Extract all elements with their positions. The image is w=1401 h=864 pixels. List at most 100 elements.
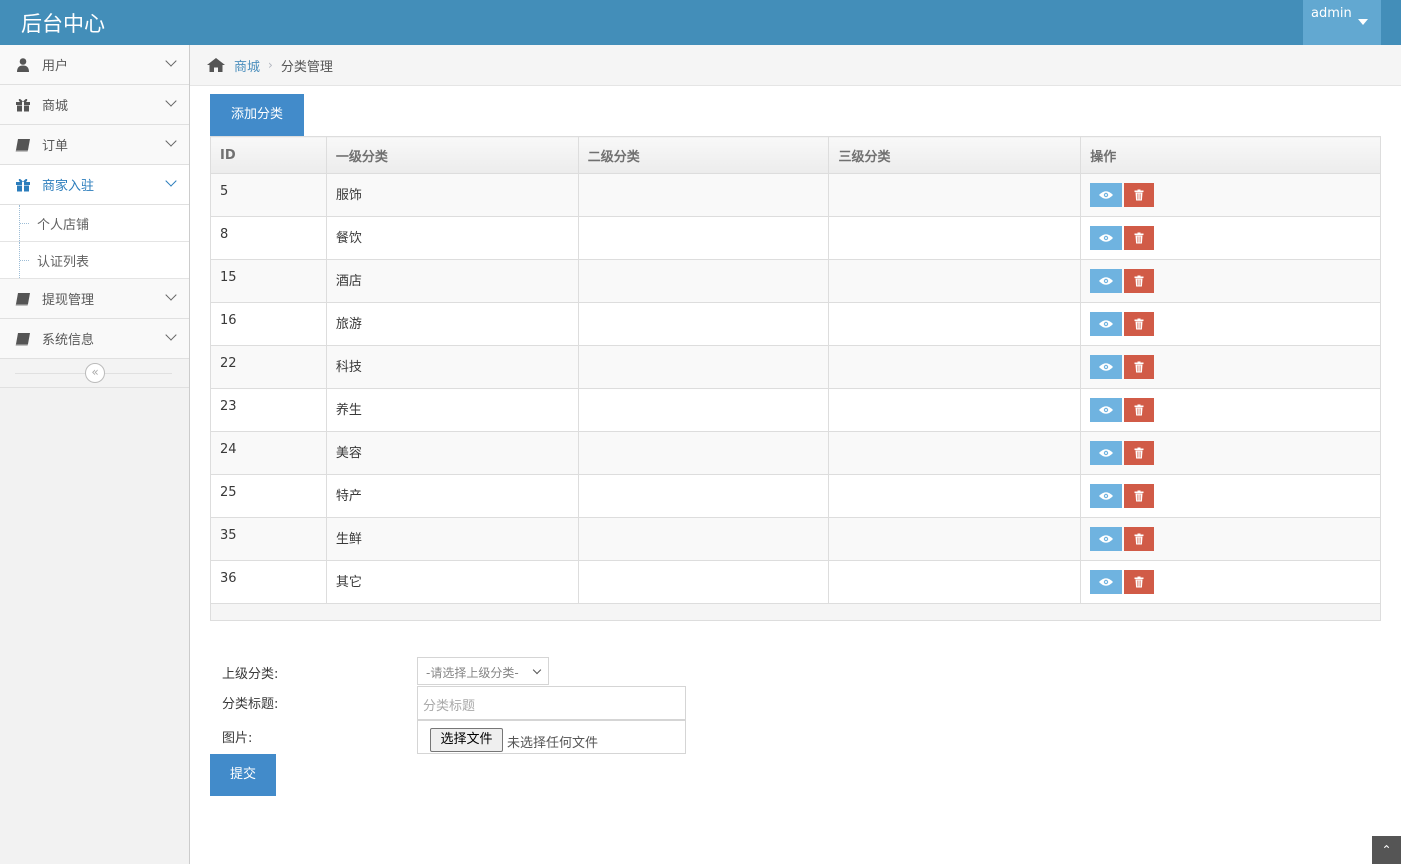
sidebar-item-withdrawal[interactable]: 提现管理 — [0, 279, 189, 319]
delete-button[interactable] — [1124, 484, 1155, 508]
cell-level2 — [577, 302, 830, 346]
top-navbar: 后台中心 admin — [0, 0, 1401, 45]
sidebar-item-merchant[interactable]: 商家入驻 — [0, 165, 189, 205]
cell-level2 — [577, 560, 830, 604]
table-row: 24 美容 — [210, 431, 1381, 475]
cell-level2 — [577, 216, 830, 260]
category-title-input[interactable]: 分类标题 — [417, 686, 686, 720]
table-row: 22 科技 — [210, 345, 1381, 389]
sidebar-item-label: 订单 — [42, 139, 69, 154]
sidebar-item-orders[interactable]: 订单 — [0, 125, 189, 165]
eye-icon — [1099, 578, 1114, 586]
cell-level3 — [828, 302, 1082, 346]
breadcrumb-separator-icon: › — [268, 58, 273, 72]
table-row: 8 餐饮 — [210, 216, 1381, 260]
delete-button[interactable] — [1124, 441, 1155, 465]
cell-level3 — [828, 474, 1082, 518]
user-icon — [14, 57, 32, 73]
cell-id: 36 — [210, 560, 327, 604]
column-header-id: ID — [210, 136, 327, 174]
eye-icon — [1099, 234, 1114, 242]
cell-id: 8 — [210, 216, 327, 260]
column-header-level1: 一级分类 — [325, 136, 579, 174]
cell-id: 15 — [210, 259, 327, 303]
view-button[interactable] — [1090, 355, 1123, 379]
cell-actions — [1080, 216, 1381, 260]
gift-icon — [14, 177, 32, 193]
view-button[interactable] — [1090, 312, 1123, 336]
view-button[interactable] — [1090, 484, 1123, 508]
eye-icon — [1099, 406, 1114, 414]
trash-icon — [1134, 361, 1144, 373]
image-label: 图片: — [222, 731, 253, 746]
cell-level1: 酒店 — [325, 259, 579, 303]
cell-level1: 餐饮 — [325, 216, 579, 260]
home-icon[interactable] — [207, 58, 225, 72]
cell-id: 25 — [210, 474, 327, 518]
book-icon — [14, 137, 32, 153]
parent-category-select[interactable]: -请选择上级分类- — [417, 657, 549, 685]
cell-actions — [1080, 474, 1381, 518]
cell-actions — [1080, 345, 1381, 389]
delete-button[interactable] — [1124, 398, 1155, 422]
trash-icon — [1134, 404, 1144, 416]
sidebar-subitem-personal-store[interactable]: 个人店铺 — [0, 205, 189, 242]
cell-level1: 科技 — [325, 345, 579, 389]
parent-category-selected-value: -请选择上级分类- — [426, 666, 519, 680]
delete-button[interactable] — [1124, 312, 1155, 336]
trash-icon — [1134, 576, 1144, 588]
cell-level2 — [577, 517, 830, 561]
image-file-input: 选择文件 未选择任何文件 — [417, 720, 686, 754]
submit-button[interactable]: 提交 — [210, 754, 276, 796]
breadcrumb: 商城 › 分类管理 — [190, 45, 1401, 86]
sidebar-item-system-info[interactable]: 系统信息 — [0, 319, 189, 359]
sidebar-collapse-icon[interactable]: « — [85, 363, 105, 383]
breadcrumb-current: 分类管理 — [280, 59, 333, 75]
delete-button[interactable] — [1124, 355, 1155, 379]
view-button[interactable] — [1090, 441, 1123, 465]
table-header-row: ID 一级分类 二级分类 三级分类 操作 — [210, 136, 1381, 174]
delete-button[interactable] — [1124, 269, 1155, 293]
file-status-text: 未选择任何文件 — [507, 736, 599, 751]
delete-button[interactable] — [1124, 226, 1155, 250]
delete-button[interactable] — [1124, 527, 1155, 551]
cell-level3 — [828, 560, 1082, 604]
column-header-level2: 二级分类 — [577, 136, 830, 174]
cell-level3 — [828, 388, 1082, 432]
delete-button[interactable] — [1124, 570, 1155, 594]
breadcrumb-link-mall[interactable]: 商城 — [234, 56, 260, 75]
sidebar-item-label: 商家入驻 — [42, 179, 95, 194]
view-button[interactable] — [1090, 183, 1123, 207]
view-button[interactable] — [1090, 269, 1123, 293]
eye-icon — [1099, 449, 1114, 457]
cell-actions — [1080, 517, 1381, 561]
trash-icon — [1134, 189, 1144, 201]
view-button[interactable] — [1090, 570, 1123, 594]
scroll-to-top-icon[interactable]: ⌃ — [1372, 836, 1401, 864]
view-button[interactable] — [1090, 527, 1123, 551]
cell-level3 — [828, 517, 1082, 561]
view-button[interactable] — [1090, 398, 1123, 422]
user-menu[interactable]: admin — [1303, 0, 1381, 45]
cell-level2 — [577, 173, 830, 217]
chevron-down-icon — [165, 95, 177, 107]
cell-id: 23 — [210, 388, 327, 432]
parent-category-label: 上级分类: — [222, 667, 279, 682]
cell-id: 16 — [210, 302, 327, 346]
chevron-down-icon — [165, 289, 177, 301]
view-button[interactable] — [1090, 226, 1123, 250]
cell-level2 — [577, 474, 830, 518]
sidebar-item-user[interactable]: 用户 — [0, 45, 189, 85]
sidebar-item-mall[interactable]: 商城 — [0, 85, 189, 125]
table-footer — [210, 604, 1381, 621]
add-category-button[interactable]: 添加分类 — [210, 94, 304, 136]
eye-icon — [1099, 191, 1114, 199]
cell-id: 35 — [210, 517, 327, 561]
delete-button[interactable] — [1124, 183, 1155, 207]
sidebar-subitem-certification-list[interactable]: 认证列表 — [0, 242, 189, 279]
choose-file-button[interactable]: 选择文件 — [430, 728, 503, 752]
eye-icon — [1099, 320, 1114, 328]
eye-icon — [1099, 363, 1114, 371]
username: admin — [1311, 6, 1352, 21]
cell-actions — [1080, 560, 1381, 604]
